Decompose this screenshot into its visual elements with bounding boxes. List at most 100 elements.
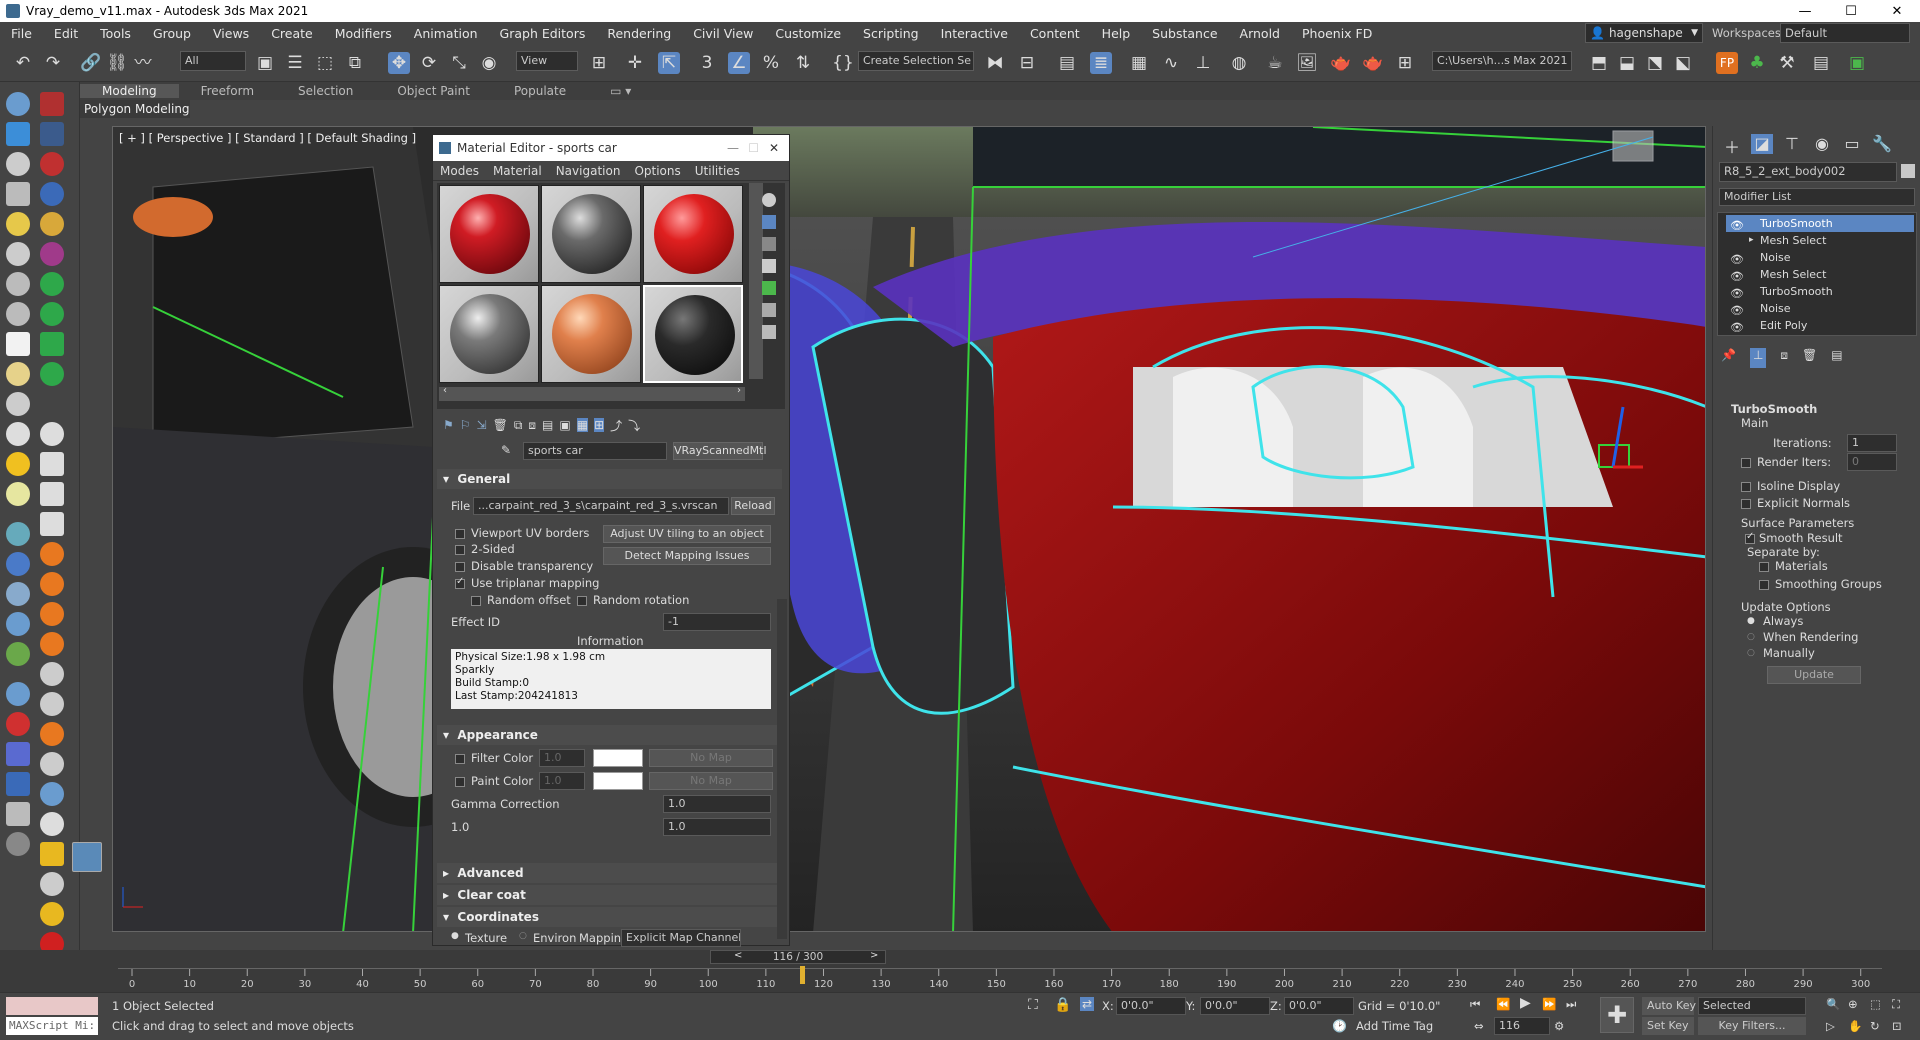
viewport-uv-checkbox[interactable] [455,529,465,539]
menu-graph-editors[interactable]: Graph Editors [489,26,597,41]
maxscript-mini-listener[interactable]: MAXScript Mi: [6,1017,98,1035]
uv-tiling-icon[interactable] [762,259,776,273]
select-object-icon[interactable]: ▣ [254,52,276,74]
go-to-start-icon[interactable]: ⏮ [1470,997,1480,1012]
teapot-icon[interactable] [6,92,30,116]
expand-icon[interactable]: ▸ [1749,232,1754,249]
palette-icon[interactable] [6,712,30,736]
bucket-icon[interactable] [40,812,64,836]
person-icon[interactable] [6,582,30,606]
workspace-dropdown[interactable]: Default [1780,23,1910,43]
percent-snap-icon[interactable]: % [760,52,782,74]
menu-scripting[interactable]: Scripting [852,26,930,41]
time-slider-thumb[interactable] [800,966,805,984]
sample-type-icon[interactable] [762,193,776,207]
gear-icon[interactable] [6,612,30,636]
make-unique-icon[interactable]: ⧈ [1780,348,1788,368]
remove-modifier-icon[interactable]: 🗑 [1802,348,1817,368]
grid-icon[interactable] [40,332,64,356]
camera-icon[interactable] [6,242,30,266]
viewport-layout-icon[interactable] [72,842,102,872]
next-frame-icon[interactable]: > [870,950,878,961]
material-id-icon[interactable]: ▣ [559,418,570,432]
isoline-checkbox[interactable] [1741,482,1751,492]
rendered-frame-icon[interactable]: 🖼 [1296,52,1318,74]
help-icon[interactable] [6,832,30,856]
star-icon[interactable] [40,362,64,386]
stack-item[interactable]: 👁 Mesh Select [1726,266,1914,283]
reset-icon[interactable]: 🗑 [493,418,508,432]
disable-transparency-checkbox[interactable] [455,562,465,572]
project-settings-icon[interactable]: ⬕ [1672,52,1694,74]
material-slot[interactable] [541,285,641,383]
turbosmooth-title[interactable]: TurboSmooth [1731,402,1817,416]
menu-rendering[interactable]: Rendering [596,26,682,41]
object-name-field[interactable]: R8_5_2_ext_body002 [1719,162,1897,182]
render-activeshade-icon[interactable]: 🫖 [1362,52,1384,74]
time-config-icon[interactable]: ⚙ [1554,1019,1564,1033]
menu-content[interactable]: Content [1019,26,1091,41]
menu-group[interactable]: Group [142,26,202,41]
background-icon[interactable] [762,237,776,251]
material-slot[interactable] [439,185,539,283]
advanced-rollout-header[interactable]: ▸ Advanced [437,863,782,883]
manually-radio[interactable]: ○ [1747,648,1755,658]
align-icon[interactable]: ⊟ [1016,52,1038,74]
menu-customize[interactable]: Customize [764,26,852,41]
sun-icon[interactable] [6,452,30,476]
link-icon[interactable]: 🔗 [80,52,102,74]
phoenix-fd-icon[interactable]: FP [1716,52,1738,74]
motion-tab-icon[interactable]: ◉ [1811,134,1833,154]
angle-snap-icon[interactable]: ∠ [728,52,750,74]
filter-color-checkbox[interactable] [455,754,465,764]
prev-frame-icon[interactable]: < [734,950,742,961]
forest-pack-icon[interactable]: ♣ [1746,52,1768,74]
project-path-dropdown[interactable]: C:\Users\h...s Max 2021 [1432,51,1572,71]
random-offset-checkbox[interactable] [471,596,481,606]
stack-item[interactable]: 👁 Noise [1726,249,1914,266]
spline-icon[interactable] [6,552,30,576]
make-unique-icon[interactable]: ⧈ [528,418,536,433]
file-path-field[interactable]: ...carpaint_red_3_s\carpaint_red_3_s.vrs… [473,497,729,515]
pivot-icon[interactable]: ⊞ [588,52,610,74]
paint-color-checkbox[interactable] [455,777,465,787]
maximize-button[interactable]: ☐ [1828,0,1874,22]
cup-icon[interactable] [40,842,64,866]
bowl-icon[interactable] [40,872,64,896]
menu-modifiers[interactable]: Modifiers [324,26,403,41]
make-preview-icon[interactable] [762,303,776,317]
ribbon-tab-selection[interactable]: Selection [276,84,375,98]
zoom-icon[interactable]: 🔍 [1826,997,1840,1011]
open-project-icon[interactable]: ⬓ [1616,52,1638,74]
layout-icon[interactable]: ▣ [1846,52,1868,74]
slots-scrollbar[interactable]: ‹ › [439,385,745,401]
saturation-spinner[interactable]: 1.0 [663,818,771,836]
unlink-icon[interactable]: ⛓ [106,52,128,74]
scroll-left-icon[interactable]: ‹ [443,385,447,396]
smoothing-groups-checkbox[interactable] [1759,580,1769,590]
square-icon[interactable] [40,482,64,506]
move-icon[interactable]: ✥ [388,52,410,74]
schematic-view-icon[interactable]: ⊥ [1192,52,1214,74]
material-type-button[interactable]: VRayScannedMtl [673,442,767,460]
viewport-icon[interactable] [6,122,30,146]
close-icon[interactable]: ✕ [769,141,779,155]
timeline-track[interactable]: 0 10 20 30 40 50 60 70 80 90 100 110 120 130 140 150 160… [118,968,1882,990]
edit-named-selection-icon[interactable]: {} [832,52,854,74]
smooth-result-checkbox[interactable] [1745,531,1755,544]
sphere-light-icon[interactable] [6,362,30,386]
placement-icon[interactable]: ◉ [478,52,500,74]
play-icon[interactable]: ▶ [1520,995,1531,1011]
add-time-tag[interactable]: Add Time Tag [1356,1019,1433,1033]
material-editor-titlebar[interactable]: Material Editor - sports car — ☐ ✕ [433,135,789,161]
lock-icon[interactable]: 🔒 [1054,997,1071,1013]
ribbon-tab-populate[interactable]: Populate [492,84,588,98]
toggle-ribbon-icon[interactable]: ▦ [1128,52,1150,74]
menu-interactive[interactable]: Interactive [930,26,1019,41]
light-bulb-icon[interactable] [6,212,30,236]
bind-spacewarp-icon[interactable]: 〰 [132,52,154,74]
scene-explorer-icon[interactable]: ▤ [1056,52,1078,74]
z-coordinate-field[interactable]: 0'0.0" [1284,997,1354,1015]
image-icon[interactable] [6,182,30,206]
show-end-result-icon[interactable]: ⊥ [1749,348,1767,368]
